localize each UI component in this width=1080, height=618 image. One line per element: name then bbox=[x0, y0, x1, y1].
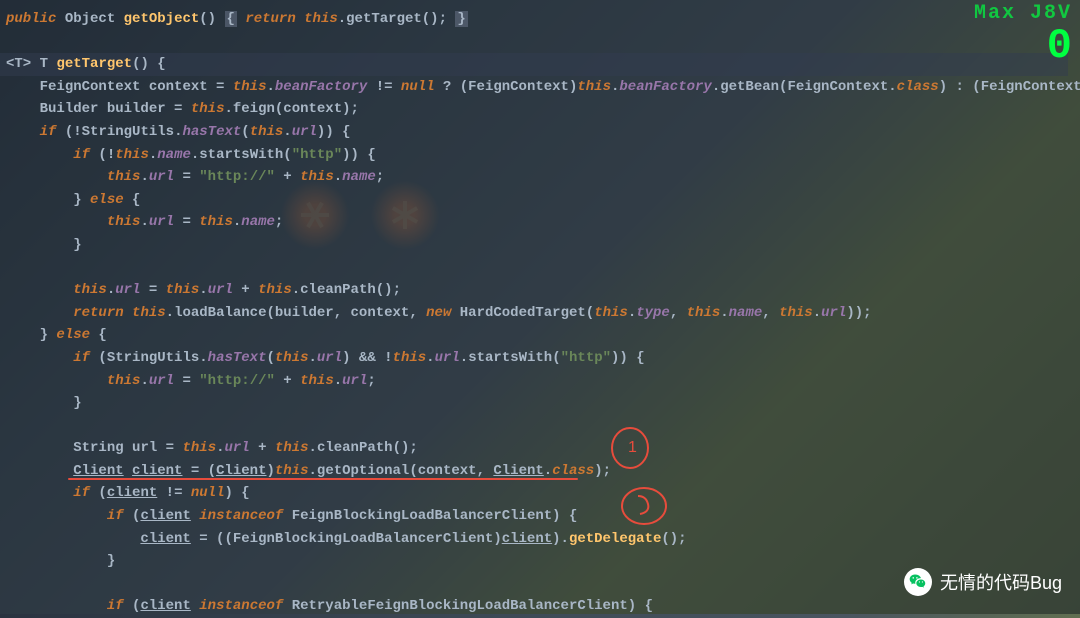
code-line-10: this.url = this.name; bbox=[6, 211, 1074, 234]
hud-overlay: Max J8V 0 bbox=[974, 2, 1072, 67]
code-line-24: client = ((FeignBlockingLoadBalancerClie… bbox=[6, 528, 1074, 551]
code-line-13: this.url = this.url + this.cleanPath(); bbox=[6, 279, 1074, 302]
annotation-circle-2 bbox=[618, 484, 674, 528]
code-line-18: } bbox=[6, 392, 1074, 415]
watermark-text: 无情的代码Bug bbox=[940, 569, 1062, 595]
code-line-14: return this.loadBalance(builder, context… bbox=[6, 302, 1074, 325]
code-line-11: } bbox=[6, 234, 1074, 257]
code-line-4: FeignContext context = this.beanFactory … bbox=[6, 76, 1074, 99]
code-line-16: if (StringUtils.hasText(this.url) && !th… bbox=[6, 347, 1074, 370]
hud-label: Max J8V bbox=[974, 2, 1072, 25]
code-line-23: if (client instanceof FeignBlockingLoadB… bbox=[6, 505, 1074, 528]
code-line-7: if (!this.name.startsWith("http")) { bbox=[6, 144, 1074, 167]
annotation-circle-1: 1 bbox=[608, 424, 654, 470]
code-line-15: } else { bbox=[6, 324, 1074, 347]
code-line-9: } else { bbox=[6, 189, 1074, 212]
svg-text:1: 1 bbox=[628, 439, 637, 456]
code-line-27: if (client instanceof RetryableFeignBloc… bbox=[6, 595, 1074, 618]
wechat-icon bbox=[904, 568, 932, 596]
hud-value: 0 bbox=[974, 25, 1072, 67]
code-line-6: if (!StringUtils.hasText(this.url)) { bbox=[6, 121, 1074, 144]
code-line-20: String url = this.url + this.cleanPath()… bbox=[6, 437, 1074, 460]
annotation-underline bbox=[68, 478, 578, 480]
code-line-17: this.url = "http://" + this.url; bbox=[6, 370, 1074, 393]
code-line-5: Builder builder = this.feign(context); bbox=[6, 98, 1074, 121]
code-line-3: <T> T getTarget() { bbox=[0, 53, 1068, 76]
code-line-22: if (client != null) { bbox=[6, 482, 1074, 505]
watermark: 无情的代码Bug bbox=[904, 568, 1062, 596]
code-line-8: this.url = "http://" + this.name; bbox=[6, 166, 1074, 189]
code-line-1: public Object getObject() { return this.… bbox=[6, 8, 1074, 31]
code-editor[interactable]: public Object getObject() { return this.… bbox=[0, 0, 1080, 614]
